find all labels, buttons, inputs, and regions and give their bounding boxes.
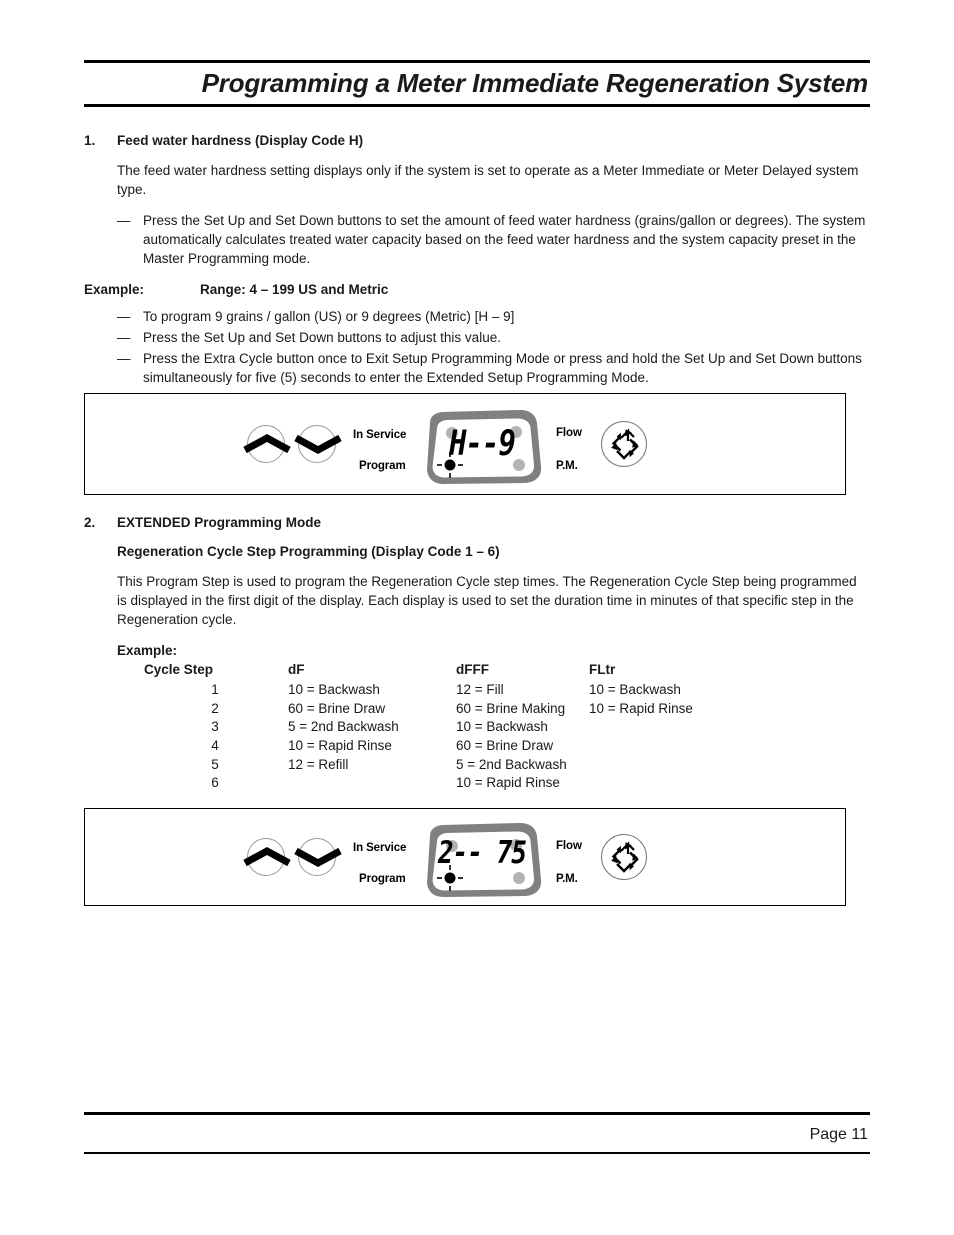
section-2-number: 2. xyxy=(84,515,96,530)
chevron-up-icon xyxy=(243,847,291,867)
extra-cycle-button[interactable] xyxy=(601,834,647,880)
cell-dfff: 60 = Brine Draw xyxy=(456,737,554,753)
cell-df: 5 = 2nd Backwash xyxy=(288,719,399,735)
section-1-heading: 1. Feed water hardness (Display Code H) xyxy=(84,132,870,150)
cell-cycle-step: 1 xyxy=(211,682,219,698)
column-header-df: dF xyxy=(288,662,305,678)
section-2-heading-text: EXTENDED Programming Mode xyxy=(117,515,322,530)
section-1-bullet-list: — Press the Set Up and Set Down buttons … xyxy=(117,211,869,268)
chevron-up-icon xyxy=(243,434,291,454)
pm-label: P.M. xyxy=(556,460,578,472)
cell-cycle-step: 5 xyxy=(211,756,219,772)
lcd-display-2: 2-- 75 xyxy=(420,822,544,898)
cycle-step-table: Cycle Step dF dFFF FLtr 1 10 = Backwash … xyxy=(142,661,729,792)
cell-fltr: 10 = Rapid Rinse xyxy=(589,700,693,716)
cell-dfff: 60 = Brine Making xyxy=(456,700,566,716)
lcd-value-2: 2-- 75 xyxy=(438,836,527,872)
cell-dfff: 5 = 2nd Backwash xyxy=(456,756,567,772)
cell-cycle-step: 6 xyxy=(211,775,219,791)
chevron-down-icon xyxy=(294,434,342,454)
flow-label: Flow xyxy=(556,427,582,439)
cell-fltr xyxy=(589,737,729,756)
page-header: Programming a Meter Immediate Regenerati… xyxy=(84,60,870,108)
cell-cycle-step: 4 xyxy=(211,737,219,753)
column-header-dfff: dFFF xyxy=(456,662,489,678)
em-dash-marker: — xyxy=(117,212,131,228)
extra-cycle-button[interactable] xyxy=(601,421,647,467)
page-content: 1. Feed water hardness (Display Code H) … xyxy=(84,132,870,390)
pm-label: P.M. xyxy=(556,873,578,885)
program-label: Program xyxy=(359,873,406,885)
section-1-example-list: — To program 9 grains / gallon (US) or 9… xyxy=(117,307,869,388)
column-header-fltr: FLtr xyxy=(589,662,616,678)
chevron-down-icon xyxy=(294,847,342,867)
cell-df: 10 = Rapid Rinse xyxy=(288,737,392,753)
control-panel-figure-1: In Service Program H--9 Flow P.M. xyxy=(84,393,846,495)
control-panel-figure-2: In Service Program 2-- 75 Flow P.M. xyxy=(84,808,846,906)
cell-dfff: 12 = Fill xyxy=(456,682,504,698)
cell-df xyxy=(288,774,456,793)
recycle-icon xyxy=(611,428,639,460)
section-1-example-row: Example: Range: 4 – 199 US and Metric xyxy=(84,281,870,300)
cell-dfff: 10 = Rapid Rinse xyxy=(456,775,560,791)
cell-df: 12 = Refill xyxy=(288,756,349,772)
table-row: 3 5 = 2nd Backwash 10 = Backwash xyxy=(142,718,729,737)
page-footer: Page 11 xyxy=(84,1112,870,1155)
table-row: 6 10 = Rapid Rinse xyxy=(142,774,729,793)
em-dash-marker: — xyxy=(117,330,131,346)
section-1-number: 1. xyxy=(84,133,96,148)
list-item: — To program 9 grains / gallon (US) or 9… xyxy=(117,307,869,326)
set-up-button[interactable] xyxy=(243,838,291,876)
table-row: 5 12 = Refill 5 = 2nd Backwash xyxy=(142,756,729,775)
list-item-text: Press the Extra Cycle button once to Exi… xyxy=(143,351,862,386)
list-item: — Press the Set Up and Set Down buttons … xyxy=(117,328,869,347)
section-2-heading: 2. EXTENDED Programming Mode xyxy=(84,514,870,532)
set-down-button[interactable] xyxy=(294,838,342,876)
table-row: 2 60 = Brine Draw 60 = Brine Making 10 =… xyxy=(142,700,729,719)
section-1-paragraph: The feed water hardness setting displays… xyxy=(117,163,859,198)
example-label: Example: xyxy=(84,282,145,297)
table-row: 4 10 = Rapid Rinse 60 = Brine Draw xyxy=(142,737,729,756)
cell-fltr xyxy=(589,774,729,793)
page-title: Programming a Meter Immediate Regenerati… xyxy=(201,68,869,98)
set-down-button[interactable] xyxy=(294,425,342,463)
cell-fltr xyxy=(589,756,729,775)
page-content-lower: 2. EXTENDED Programming Mode Regeneratio… xyxy=(84,514,870,793)
column-header-cycle-step: Cycle Step xyxy=(144,662,214,678)
page-number: Page 11 xyxy=(809,1125,868,1143)
em-dash-marker: — xyxy=(117,308,131,324)
indicator-pm xyxy=(513,872,525,884)
set-up-button[interactable] xyxy=(243,425,291,463)
cell-dfff: 10 = Backwash xyxy=(456,719,548,735)
cell-df: 10 = Backwash xyxy=(288,682,380,698)
cell-cycle-step: 3 xyxy=(211,719,219,735)
cell-fltr: 10 = Backwash xyxy=(589,682,681,698)
cell-df: 60 = Brine Draw xyxy=(288,700,386,716)
program-label: Program xyxy=(359,460,406,472)
in-service-label: In Service xyxy=(353,842,407,854)
list-item: — Press the Extra Cycle button once to E… xyxy=(117,349,869,387)
list-item-text: To program 9 grains / gallon (US) or 9 d… xyxy=(143,308,515,324)
section-2-subheading: Regeneration Cycle Step Programming (Dis… xyxy=(117,544,500,560)
lcd-value-1: H--9 xyxy=(449,423,516,464)
flow-label: Flow xyxy=(556,840,582,852)
section-2-paragraph: This Program Step is used to program the… xyxy=(117,574,857,628)
cell-cycle-step: 2 xyxy=(211,700,219,716)
table-header-row: Cycle Step dF dFFF FLtr xyxy=(142,661,729,681)
list-item-text: Press the Set Up and Set Down buttons to… xyxy=(143,330,501,346)
table-row: 1 10 = Backwash 12 = Fill 10 = Backwash xyxy=(142,681,729,700)
list-item: — Press the Set Up and Set Down buttons … xyxy=(117,211,869,268)
footer-rule-bottom xyxy=(84,1151,870,1155)
recycle-icon xyxy=(611,841,639,873)
in-service-label: In Service xyxy=(353,429,407,441)
section-1-heading-text: Feed water hardness (Display Code H) xyxy=(117,133,364,148)
header-rule-bottom xyxy=(84,104,870,108)
list-item-text: Press the Set Up and Set Down buttons to… xyxy=(143,212,866,266)
section-2-example-label: Example: xyxy=(117,642,178,658)
em-dash-marker: — xyxy=(117,351,131,367)
example-range-value: Range: 4 – 199 US and Metric xyxy=(200,282,389,297)
document-page: Programming a Meter Immediate Regenerati… xyxy=(0,0,954,1235)
lcd-display-1: H--9 xyxy=(420,409,544,485)
cell-fltr xyxy=(589,718,729,737)
